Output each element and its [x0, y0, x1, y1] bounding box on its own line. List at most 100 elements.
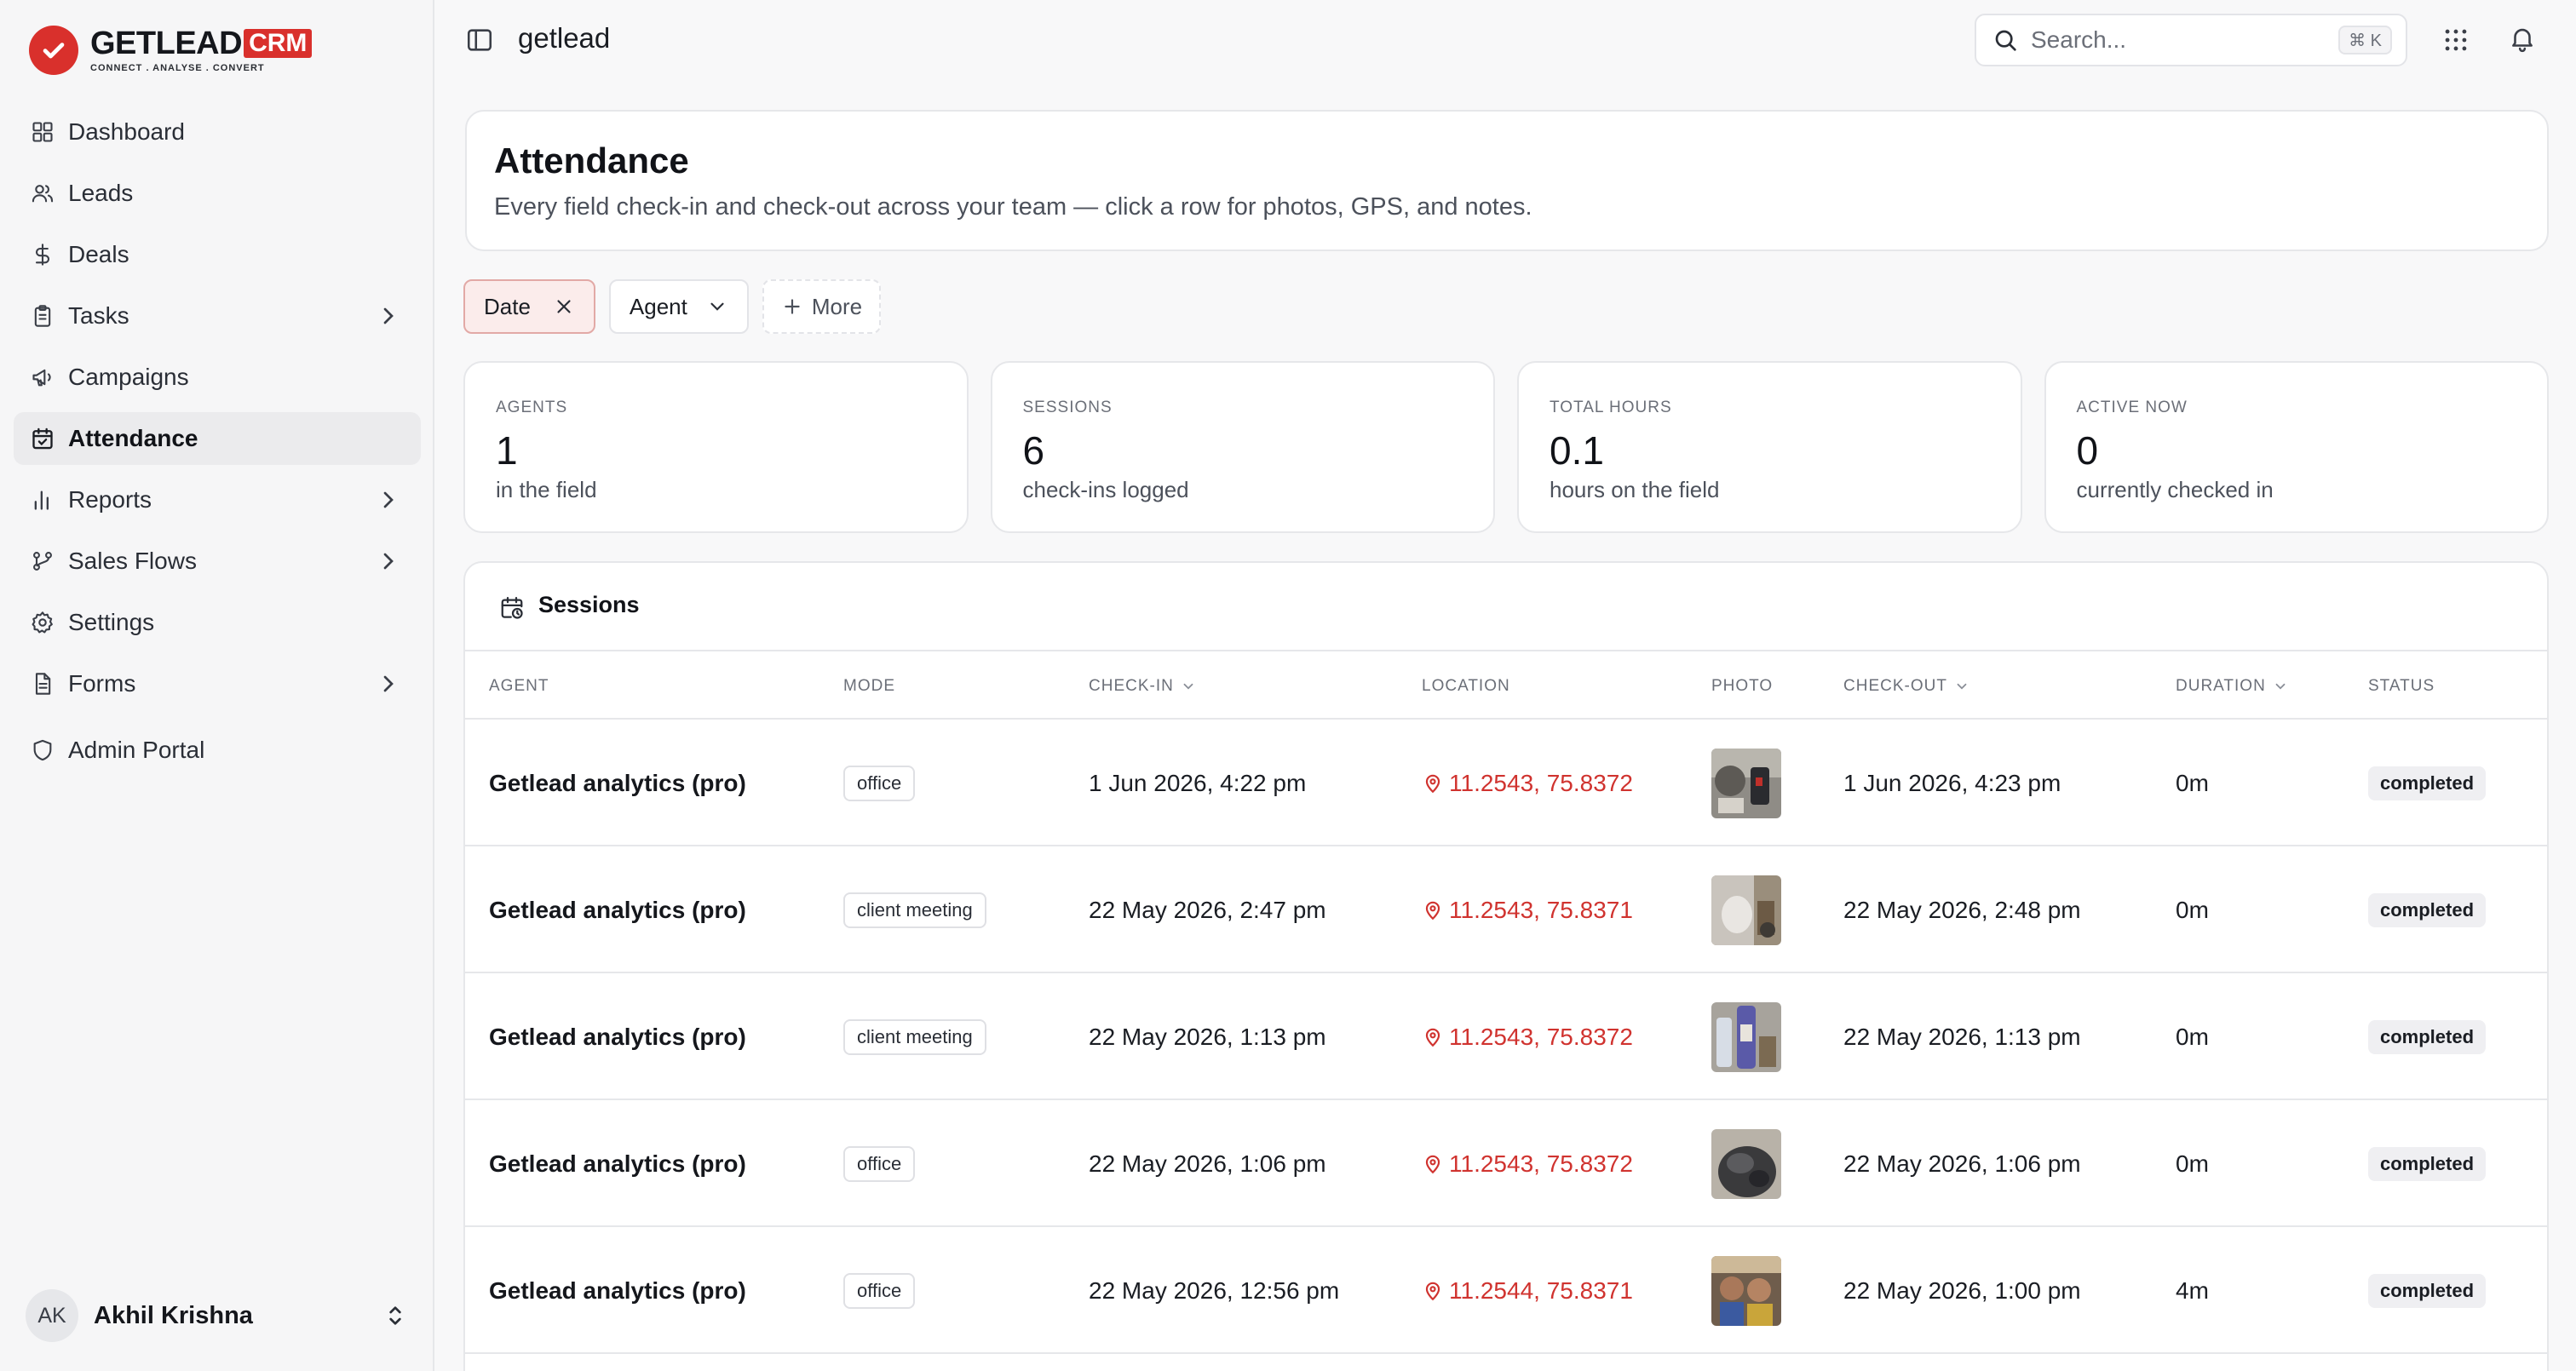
check-badge-icon — [29, 26, 78, 75]
table-row[interactable]: Getlead analytics (pro) office 22 May 20… — [465, 1100, 2547, 1227]
column-header-status[interactable]: STATUS — [2368, 677, 2435, 696]
page-title: Attendance — [494, 141, 689, 181]
sidebar-item-deals[interactable]: Deals — [14, 228, 421, 281]
map-pin-icon — [1425, 1028, 1440, 1047]
stat-note: in the field — [496, 477, 597, 502]
user-menu[interactable]: AK Akhil Krishna — [26, 1288, 409, 1343]
apps-grid-icon[interactable] — [2441, 26, 2470, 54]
table-row[interactable]: Getlead analytics (pro) office 1 Jun 202… — [465, 720, 2547, 846]
agent-filter-label: Agent — [629, 293, 687, 319]
stat-caption: ACTIVE NOW — [2076, 399, 2188, 416]
location-link[interactable]: 11.2544, 75.8371 — [1422, 1227, 1633, 1354]
photo-cell[interactable] — [1711, 1100, 1781, 1227]
photo-thumbnail[interactable] — [1711, 748, 1781, 818]
map-pin-icon — [1425, 901, 1440, 920]
sidebar-item-campaigns[interactable]: Campaigns — [14, 351, 421, 404]
stat-caption: TOTAL HOURS — [1550, 399, 1672, 416]
check-in-cell: 22 May 2026, 2:47 pm — [1089, 896, 1326, 923]
photo-thumbnail[interactable] — [1711, 1001, 1781, 1072]
top-bar: getlead Search... ⌘ K — [436, 0, 2576, 82]
chevron-up-down-icon — [382, 1302, 409, 1329]
sidebar-item-label: Attendance — [68, 425, 198, 451]
photo-thumbnail[interactable] — [1711, 1128, 1781, 1199]
sidebar-item-label: Sales Flows — [68, 548, 197, 574]
location-link[interactable]: 11.2543, 75.8372 — [1422, 1100, 1633, 1227]
check-in-cell: 1 Jun 2026, 4:22 pm — [1089, 769, 1307, 796]
status-badge: completed — [2368, 892, 2487, 927]
stat-caption: AGENTS — [496, 399, 568, 416]
photo-thumbnail[interactable] — [1711, 1255, 1781, 1326]
agent-cell: Getlead analytics (pro) — [489, 1276, 746, 1304]
chevron-right-icon — [375, 486, 402, 513]
sidebar-item-leads[interactable]: Leads — [14, 167, 421, 220]
stat-card-active-now: ACTIVE NOW 0 currently checked in — [2044, 361, 2549, 533]
table-row[interactable]: Getlead analytics (pro) client meeting 2… — [465, 846, 2547, 973]
sidebar-toggle-icon[interactable] — [465, 26, 496, 56]
stat-card-total-hours: TOTAL HOURS 0.1 hours on the field — [1517, 361, 2022, 533]
check-in-cell: 22 May 2026, 1:13 pm — [1089, 1023, 1326, 1050]
grid-icon — [29, 118, 56, 146]
photo-thumbnail[interactable] — [1711, 875, 1781, 945]
status-cell: completed — [2368, 973, 2487, 1100]
date-filter-chip[interactable]: Date — [463, 279, 595, 334]
bell-icon[interactable] — [2508, 24, 2539, 54]
map-pin-icon — [1425, 1155, 1440, 1173]
calendar-clock-icon — [499, 595, 525, 621]
mode-cell: client meeting — [843, 973, 986, 1100]
status-badge: completed — [2368, 1019, 2487, 1054]
sidebar-item-label: Deals — [68, 241, 129, 267]
sidebar-item-admin-portal[interactable]: Admin Portal — [14, 724, 421, 777]
check-out-cell: 22 May 2026, 1:00 pm — [1843, 1276, 2081, 1304]
stat-note: hours on the field — [1550, 477, 1720, 502]
photo-cell[interactable] — [1711, 720, 1781, 846]
agent-filter-dropdown[interactable]: Agent — [608, 279, 749, 334]
duration-cell: 0m — [2176, 769, 2209, 796]
stat-note: currently checked in — [2076, 477, 2274, 502]
chevron-right-icon — [375, 548, 402, 575]
sidebar-item-dashboard[interactable]: Dashboard — [14, 106, 421, 158]
more-filters-button[interactable]: More — [762, 279, 882, 334]
column-header-agent[interactable]: AGENT — [489, 677, 549, 696]
mode-badge: client meeting — [843, 1018, 986, 1055]
sidebar-item-sales-flows[interactable]: Sales Flows — [14, 535, 421, 588]
branch-icon — [29, 548, 56, 575]
sidebar-item-tasks[interactable]: Tasks — [14, 290, 421, 342]
search-input[interactable]: Search... ⌘ K — [1975, 14, 2407, 66]
photo-cell[interactable] — [1711, 846, 1781, 973]
table-row[interactable]: Getlead analytics (pro) office 22 May 20… — [465, 1227, 2547, 1354]
photo-cell[interactable] — [1711, 973, 1781, 1100]
document-icon — [29, 670, 56, 697]
column-header-photo[interactable]: PHOTO — [1711, 677, 1773, 696]
status-badge: completed — [2368, 1146, 2487, 1181]
column-header-duration[interactable]: DURATION — [2176, 677, 2288, 696]
close-icon[interactable] — [553, 295, 575, 318]
sidebar-item-settings[interactable]: Settings — [14, 596, 421, 649]
mode-badge: office — [843, 765, 916, 801]
sidebar-item-label: Dashboard — [68, 118, 185, 145]
search-icon — [1992, 26, 2019, 54]
column-header-mode[interactable]: MODE — [843, 677, 895, 696]
column-header-check-in[interactable]: CHECK-IN — [1089, 677, 1196, 696]
sidebar-item-forms[interactable]: Forms — [14, 657, 421, 710]
sessions-table: Sessions AGENT MODE CHECK-IN LOCATION PH… — [463, 561, 2549, 1371]
duration-cell: 4m — [2176, 1276, 2209, 1304]
table-row[interactable]: Getlead analytics (pro) client meeting 2… — [465, 973, 2547, 1100]
chevron-right-icon — [375, 302, 402, 330]
sidebar-item-reports[interactable]: Reports — [14, 473, 421, 526]
sidebar-item-attendance[interactable]: Attendance — [14, 412, 421, 465]
stat-value: 0 — [2076, 428, 2099, 473]
workspace-name: getlead — [518, 22, 611, 54]
location-link[interactable]: 11.2543, 75.8372 — [1422, 720, 1633, 846]
stats-row: AGENTS 1 in the field SESSIONS 6 check-i… — [463, 361, 2549, 533]
date-filter-label: Date — [484, 293, 531, 319]
map-pin-icon — [1425, 774, 1440, 793]
search-placeholder: Search... — [2031, 26, 2127, 53]
brand-logo[interactable]: GETLEAD CRM CONNECT . ANALYSE . CONVERT — [29, 26, 313, 75]
column-header-location[interactable]: LOCATION — [1422, 677, 1510, 696]
location-link[interactable]: 11.2543, 75.8372 — [1422, 973, 1633, 1100]
column-header-check-out[interactable]: CHECK-OUT — [1843, 677, 1969, 696]
photo-cell[interactable] — [1711, 1227, 1781, 1354]
sidebar-item-label: Leads — [68, 180, 134, 206]
location-link[interactable]: 11.2543, 75.8371 — [1422, 846, 1633, 973]
sidebar-item-label: Forms — [68, 670, 136, 697]
